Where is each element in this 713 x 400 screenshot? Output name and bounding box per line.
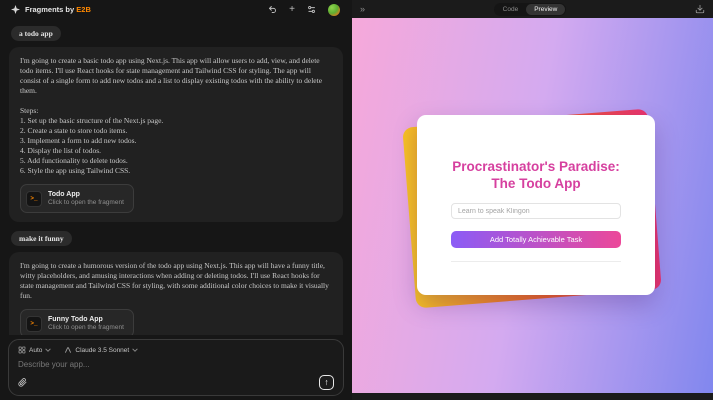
- step-item: 4. Display the list of todos.: [20, 146, 332, 156]
- app-window: Fragments by E2B + a todo app I'm going …: [0, 0, 713, 400]
- model-provider-icon: [64, 346, 72, 354]
- avatar[interactable]: [328, 4, 340, 16]
- todo-app-title: Procrastinator's Paradise: The Todo App: [417, 158, 655, 192]
- fragments-logo-icon: [11, 5, 20, 14]
- template-select-value: Auto: [29, 347, 42, 354]
- app-title: Fragments by E2B: [25, 5, 91, 14]
- arrow-up-icon: ↑: [324, 378, 328, 387]
- view-tabs: Code Preview: [494, 3, 567, 16]
- prompt-input[interactable]: [18, 360, 334, 369]
- add-task-button[interactable]: Add Totally Achievable Task: [451, 231, 621, 248]
- user-message-bubble: a todo app: [11, 26, 61, 41]
- header-actions: +: [268, 4, 340, 16]
- fragment-subtitle: Click to open the fragment: [48, 324, 124, 332]
- assistant-paragraph: I'm going to create a basic todo app usi…: [20, 56, 332, 96]
- terminal-icon: >_: [26, 191, 42, 207]
- preview-viewport: Procrastinator's Paradise: The Todo App …: [352, 18, 713, 393]
- sliders-icon: [307, 5, 316, 14]
- plus-icon: +: [289, 5, 295, 15]
- chat-panel: Fragments by E2B + a todo app I'm going …: [0, 0, 352, 400]
- preview-panel: » Code Preview Procrastinator's Paradise…: [352, 0, 713, 400]
- undo-icon: [268, 5, 277, 14]
- step-item: 2. Create a state to store todo items.: [20, 126, 332, 136]
- fragment-card-funny-todo-app[interactable]: >_ Funny Todo App Click to open the frag…: [20, 309, 134, 335]
- composer: Auto Claude 3.5 Sonnet ↑: [8, 339, 344, 396]
- composer-actions: ↑: [18, 375, 334, 390]
- chat-messages: a todo app I'm going to create a basic t…: [0, 19, 352, 335]
- composer-selects: Auto Claude 3.5 Sonnet: [18, 346, 334, 354]
- brand-name: E2B: [76, 5, 91, 14]
- download-icon: [695, 4, 705, 14]
- collapse-panel-button[interactable]: »: [360, 5, 365, 14]
- template-select[interactable]: Auto: [18, 346, 51, 354]
- model-select-value: Claude 3.5 Sonnet: [75, 347, 129, 354]
- assistant-message: I'm going to create a humorous version o…: [9, 252, 343, 335]
- assistant-paragraph: I'm going to create a humorous version o…: [20, 261, 332, 301]
- app-header: Fragments by E2B +: [0, 0, 352, 19]
- fragment-subtitle: Click to open the fragment: [48, 199, 124, 207]
- settings-button[interactable]: [307, 4, 316, 16]
- user-message-bubble: make it funny: [11, 231, 72, 246]
- fragment-title: Funny Todo App: [48, 315, 124, 324]
- paperclip-icon: [18, 378, 27, 387]
- attach-button[interactable]: [18, 378, 27, 387]
- new-chat-button[interactable]: +: [289, 4, 295, 16]
- fragment-card-todo-app[interactable]: >_ Todo App Click to open the fragment: [20, 184, 134, 213]
- chevron-down-icon: [132, 348, 138, 352]
- steps-heading: Steps:: [20, 106, 332, 116]
- tab-preview[interactable]: Preview: [526, 4, 565, 15]
- step-item: 3. Implement a form to add new todos.: [20, 136, 332, 146]
- terminal-icon: >_: [26, 316, 42, 332]
- todo-list-divider: [451, 261, 621, 262]
- fragment-title: Todo App: [48, 190, 124, 199]
- step-item: 1. Set up the basic structure of the Nex…: [20, 116, 332, 126]
- model-select[interactable]: Claude 3.5 Sonnet: [64, 346, 138, 354]
- undo-button[interactable]: [268, 4, 277, 16]
- assistant-message: I'm going to create a basic todo app usi…: [9, 47, 343, 222]
- new-task-input[interactable]: [451, 203, 621, 219]
- preview-header: » Code Preview: [352, 0, 713, 18]
- download-button[interactable]: [695, 4, 705, 14]
- chevrons-right-icon: »: [360, 4, 365, 14]
- preview-footer: [352, 393, 713, 400]
- grid-icon: [18, 346, 26, 354]
- send-button[interactable]: ↑: [319, 375, 334, 390]
- step-item: 5. Add functionality to delete todos.: [20, 156, 332, 166]
- tab-code[interactable]: Code: [495, 4, 527, 15]
- todo-app-card: Procrastinator's Paradise: The Todo App …: [417, 115, 655, 295]
- chevron-down-icon: [45, 348, 51, 352]
- step-item: 6. Style the app using Tailwind CSS.: [20, 166, 332, 176]
